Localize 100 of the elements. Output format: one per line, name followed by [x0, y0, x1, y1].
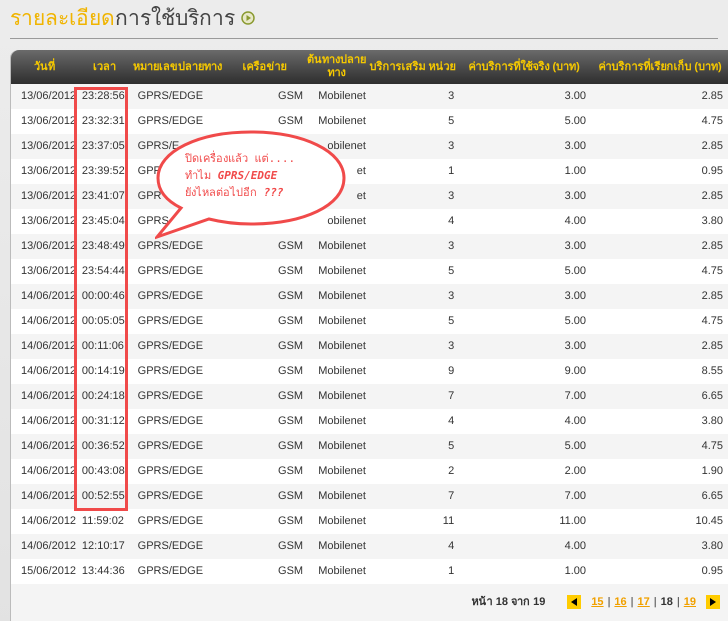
table-cell: 0.95 — [702, 165, 723, 178]
table-cell: 00:05:05 — [82, 315, 125, 328]
table-cell: Mobilenet — [318, 465, 366, 478]
table-cell: GSM — [278, 315, 304, 328]
table-cell: GSM — [278, 465, 304, 478]
table-cell: GPRS/E — [138, 140, 180, 152]
table-cell: Mobilenet — [318, 90, 366, 102]
left-triangle-icon — [571, 598, 578, 606]
table-cell: 23:37:05 — [82, 140, 125, 152]
table-cell: GPRS/EDGE — [138, 465, 204, 478]
table-cell: 23:41:07 — [82, 190, 125, 202]
table-cell: 4.00 — [564, 415, 586, 428]
table-cell: 3.00 — [564, 340, 586, 352]
table-cell: 8.55 — [702, 365, 723, 378]
table-cell: 14/06/2012 — [21, 440, 76, 452]
table-cell: Mobilenet — [318, 565, 366, 578]
table-cell: 1 — [448, 165, 454, 178]
table-cell: 11:59:02 — [82, 515, 124, 528]
table-cell: 4 — [448, 415, 454, 428]
table-cell: 14/06/2012 — [21, 390, 76, 402]
table-cell: Mobilenet — [318, 115, 366, 128]
table-cell: GSM — [278, 90, 304, 102]
table-cell: GSM — [278, 340, 304, 352]
table-cell: 00:43:08 — [82, 465, 125, 478]
table-cell: 23:39:52 — [82, 165, 125, 178]
table-cell: 4.75 — [702, 115, 723, 128]
table-cell: 5.00 — [564, 315, 586, 328]
separator: | — [630, 594, 634, 610]
page-link[interactable]: 19 — [684, 594, 696, 610]
table-cell: GPRS/EDGE — [138, 340, 204, 352]
next-page-button[interactable] — [706, 595, 720, 609]
previous-page-button[interactable] — [567, 595, 582, 609]
table-cell: 4.75 — [702, 315, 723, 328]
table-cell: 14/06/2012 — [21, 415, 76, 428]
table-cell: GPR — [138, 190, 162, 202]
table-cell: Mobilenet — [318, 315, 366, 328]
table-cell: 3 — [448, 190, 454, 202]
table-cell: 23:48:49 — [82, 240, 125, 252]
table-cell: Mobilenet — [318, 340, 366, 352]
table-cell: 00:24:18 — [82, 390, 125, 402]
table-cell: 3 — [448, 240, 454, 252]
table-cell: 2.85 — [702, 90, 723, 102]
table-cell: GPRS/EDGE — [138, 240, 204, 252]
page-indicator: หน้า 18 จาก 19 — [472, 594, 546, 610]
table-cell: 13/06/2012 — [21, 265, 76, 278]
column-header: เครือข่าย — [242, 60, 288, 74]
table-cell: Mobilenet — [318, 490, 366, 502]
table-cell: GPRS/EDGE — [138, 90, 204, 102]
table-cell: 00:31:12 — [82, 415, 125, 428]
table-cell: Mobilenet — [318, 290, 366, 302]
table-cell: 00:11:06 — [82, 340, 124, 352]
table-cell: GSM — [278, 415, 304, 428]
table-cell: 13/06/2012 — [21, 140, 76, 152]
table-cell: 5 — [448, 115, 454, 128]
table-cell: 5.00 — [564, 115, 586, 128]
page-title: รายละเอียดการใช้บริการ — [10, 8, 235, 28]
table-cell: 1.90 — [702, 465, 723, 478]
table-cell: 3 — [448, 140, 454, 152]
table-cell: GPRS/EDGE — [138, 115, 204, 128]
table-cell: 4.00 — [564, 215, 586, 228]
table-cell: 3.00 — [564, 190, 586, 202]
separator: | — [654, 594, 657, 610]
table-cell: GSM — [278, 115, 304, 128]
table-cell: 4 — [448, 215, 454, 228]
table-cell: 00:14:19 — [82, 365, 125, 378]
table-cell: 3.80 — [702, 415, 723, 428]
right-triangle-icon — [710, 598, 716, 606]
table-cell: GPRS — [138, 215, 169, 228]
page-link[interactable]: 17 — [638, 594, 650, 610]
column-header: ต้นทางปลายทาง — [306, 54, 367, 80]
table-cell: obilenet — [327, 140, 366, 152]
column-header: วันที่ — [12, 60, 77, 74]
table-cell: 6.65 — [702, 390, 723, 402]
table-cell: GSM — [278, 290, 304, 302]
table-cell: 14/06/2012 — [21, 365, 76, 378]
table-cell: GSM — [278, 365, 304, 378]
page-link[interactable]: 16 — [614, 594, 627, 610]
table-cell: 3.00 — [564, 290, 586, 302]
table-cell: 3.80 — [702, 215, 723, 228]
table-cell: 11.00 — [559, 515, 586, 528]
table-cell: 13/06/2012 — [21, 115, 76, 128]
table-cell: 5.00 — [564, 440, 586, 452]
table-cell: 7 — [448, 490, 454, 502]
page-link[interactable]: 15 — [591, 594, 604, 610]
table-cell: GPRS/EDGE — [138, 390, 204, 402]
table-cell: 1.00 — [564, 565, 586, 578]
table-cell: 3 — [448, 340, 454, 352]
table-cell: GSM — [278, 240, 304, 252]
table-cell: GPRS/EDGE — [138, 365, 204, 378]
table-cell: 3.00 — [564, 90, 586, 102]
table-cell: 15/06/2012 — [21, 565, 76, 578]
table-cell: 00:00:46 — [82, 290, 125, 302]
table-cell: 14/06/2012 — [21, 290, 76, 302]
table-cell: GPRS/EDGE — [138, 515, 204, 528]
table-cell: 00:52:55 — [82, 490, 125, 502]
column-header: ค่าบริการที่ใช้จริง (บาท) — [458, 60, 590, 74]
table-cell: 3.00 — [564, 140, 586, 152]
separator: | — [676, 594, 680, 610]
current-page[interactable]: 18 — [660, 594, 673, 610]
table-cell: 23:32:31 — [82, 115, 125, 128]
